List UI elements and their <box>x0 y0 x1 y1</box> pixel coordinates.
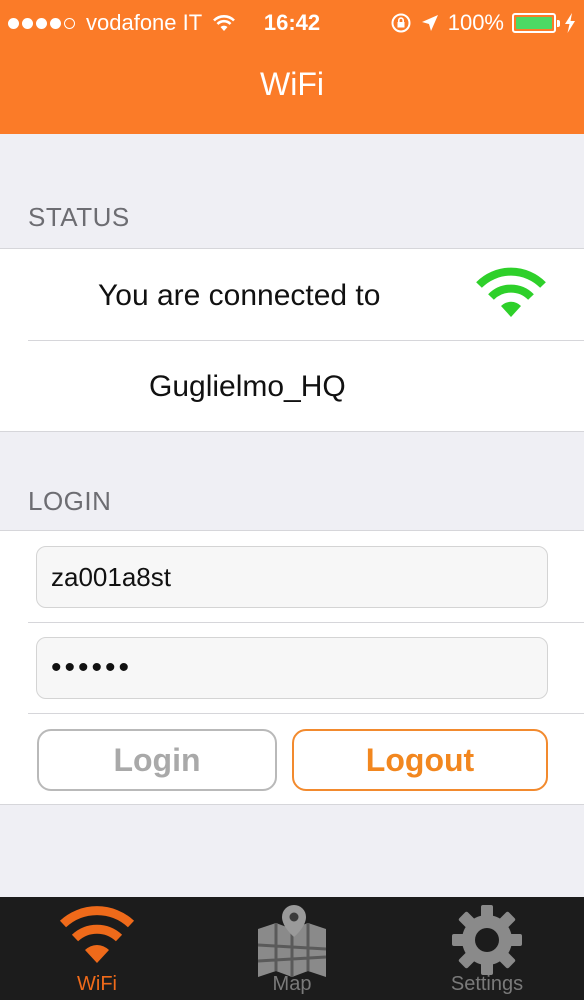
map-icon <box>257 905 327 977</box>
tab-wifi[interactable]: WiFi <box>0 897 194 1000</box>
username-input[interactable] <box>36 546 548 608</box>
battery-level <box>516 17 552 29</box>
charging-bolt-icon <box>565 13 575 33</box>
network-name: Guglielmo_HQ <box>149 370 346 403</box>
orientation-lock-icon <box>391 13 411 33</box>
password-input[interactable] <box>36 637 548 699</box>
battery-percent: 100% <box>447 10 504 35</box>
status-group: You are connected to Guglielmo_HQ <box>0 248 584 432</box>
wifi-icon <box>59 906 135 963</box>
battery-icon <box>512 13 560 33</box>
status-bar-right: 100% <box>382 10 576 36</box>
login-group: Login Logout <box>0 530 584 805</box>
gear-icon <box>452 905 522 975</box>
tab-bar: WiFi Map Settings <box>0 897 584 1000</box>
login-divider <box>28 622 584 623</box>
page-title: WiFi <box>260 66 324 102</box>
app-header: vodafone IT 16:42 100% WiFi <box>0 0 584 134</box>
tab-label-map: Map <box>272 973 312 995</box>
tab-map[interactable]: Map <box>195 897 389 1000</box>
status-bar: vodafone IT 16:42 100% <box>0 0 584 44</box>
status-section-header: STATUS <box>28 202 130 232</box>
tab-label-wifi: WiFi <box>77 973 117 995</box>
status-divider <box>28 340 584 341</box>
tab-label-settings: Settings <box>450 973 524 995</box>
login-section-header: LOGIN <box>28 486 112 516</box>
location-arrow-icon <box>421 15 438 31</box>
connection-status-text: You are connected to <box>98 279 381 312</box>
tab-settings[interactable]: Settings <box>390 897 584 1000</box>
wifi-connected-icon <box>476 267 546 317</box>
login-divider <box>28 713 584 714</box>
login-button[interactable]: Login <box>37 729 277 791</box>
logout-button[interactable]: Logout <box>292 729 548 791</box>
